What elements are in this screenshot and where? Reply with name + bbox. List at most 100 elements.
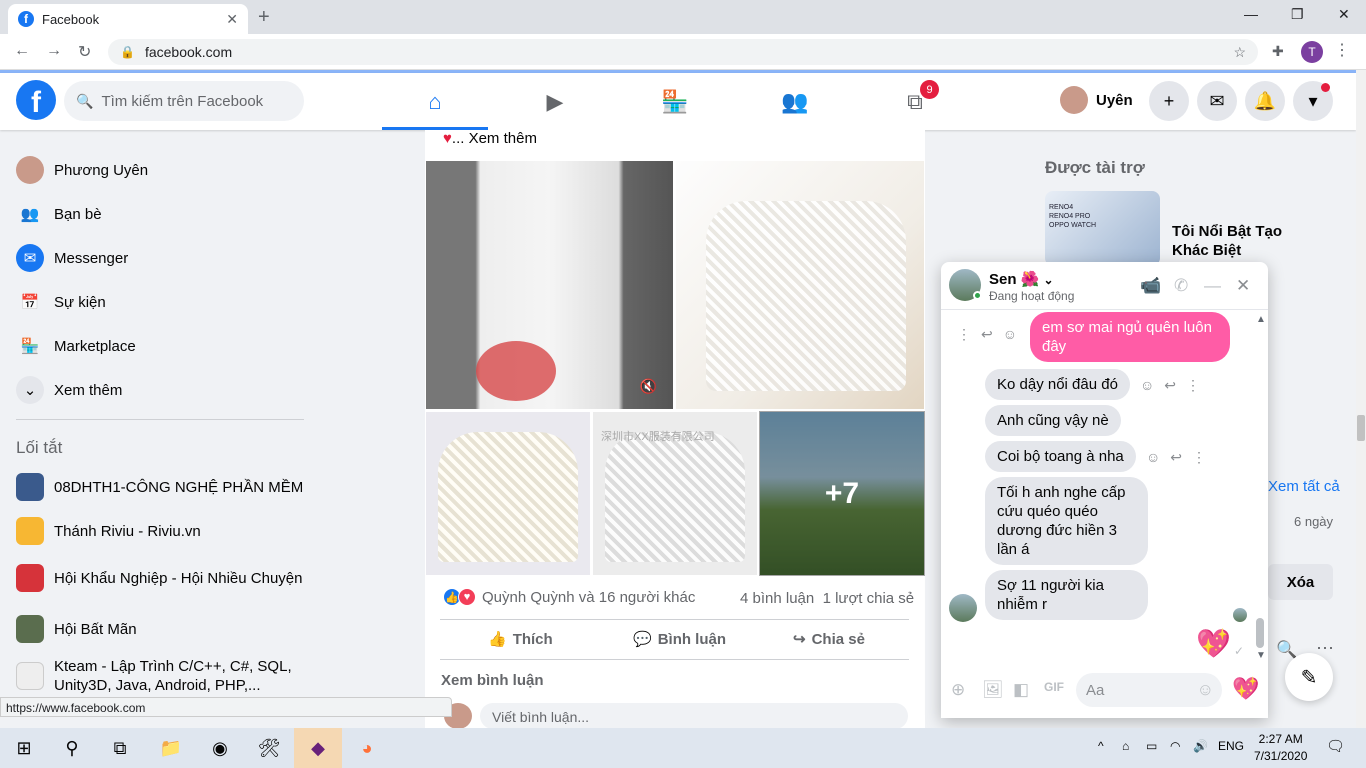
browser-tab[interactable]: f Facebook ✕ (8, 4, 248, 34)
chat-contact-name[interactable]: Sen 🌺 ⌄ (989, 270, 1054, 288)
message-bubble-received[interactable]: Coi bộ toang à nha (985, 441, 1136, 472)
minimize-chat-icon[interactable]: — (1204, 276, 1221, 296)
facebook-logo[interactable]: f (16, 80, 56, 120)
shortcut-item[interactable]: Hội Bất Mãn (16, 611, 137, 647)
emoji-icon[interactable]: ☺ (1003, 326, 1017, 343)
message-bubble-received[interactable]: Anh cũng vậy nè (985, 405, 1121, 436)
chat-scroll-up-icon[interactable]: ▲ (1256, 314, 1266, 325)
shortcut-item[interactable]: Kteam - Lập Trình C/C++, C#, SQL, Unity3… (16, 656, 314, 696)
reload-icon[interactable]: ↻ (78, 42, 91, 62)
delete-button[interactable]: Xóa (1268, 564, 1333, 600)
more-icon[interactable]: ⋮ (1186, 377, 1200, 394)
shortcut-item[interactable]: Thánh Riviu - Riviu.vn (16, 513, 201, 549)
bookmark-star-icon[interactable]: ☆ (1233, 44, 1246, 61)
marketplace-tab[interactable]: 🏪 (620, 82, 730, 122)
chevron-down-icon[interactable]: ⌄ (1044, 273, 1054, 287)
close-tab-icon[interactable]: ✕ (226, 11, 238, 28)
forward-icon[interactable]: → (46, 42, 62, 60)
add-icon[interactable]: ⊕ (951, 680, 965, 700)
start-icon[interactable]: ⊞ (0, 728, 48, 768)
tool-app-icon[interactable]: 🛠 (245, 728, 293, 768)
back-icon[interactable]: ← (14, 42, 30, 60)
emoji-icon[interactable]: ☺ (1146, 449, 1160, 466)
more-photos-overlay[interactable]: +7 (759, 411, 925, 576)
sidebar-item-see-more[interactable]: ⌄ Xem thêm (16, 372, 122, 408)
minimize-icon[interactable]: — (1244, 6, 1258, 22)
comments-shares-count[interactable]: 4 bình luận 1 lượt chia sẻ (740, 590, 914, 607)
comment-input[interactable]: Viết bình luận... (480, 703, 908, 729)
comment-button[interactable]: 💬 Bình luận (633, 630, 726, 649)
file-explorer-icon[interactable]: 📁 (147, 728, 195, 768)
message-bubble-received[interactable]: Tối h anh nghe cấp cứu quéo quéo dương đ… (985, 477, 1148, 565)
post-photo[interactable] (425, 411, 591, 576)
message-bubble-received[interactable]: Sợ 11 người kia nhiễm r (985, 570, 1148, 620)
shortcut-item[interactable]: Hội Khẩu Nghiệp - Hội Nhiều Chuyện (16, 558, 304, 598)
messenger-button[interactable]: ✉ (1197, 81, 1237, 121)
reply-icon[interactable]: ↩ (1164, 377, 1176, 394)
like-button[interactable]: 👍 Thích (488, 630, 553, 649)
see-all-link[interactable]: Xem tất cả (1268, 478, 1340, 495)
watch-tab[interactable]: ▶ (500, 82, 610, 122)
home-tab[interactable]: ⌂ (380, 82, 490, 122)
firefox-icon[interactable]: ◕ (343, 728, 391, 768)
sparkling-heart-icon[interactable]: 💖 (1196, 627, 1231, 660)
profile-chip[interactable]: Uyên (1060, 86, 1133, 114)
wifi-icon[interactable]: ◠ (1170, 739, 1180, 753)
volume-icon[interactable]: 🔊 (1193, 739, 1208, 753)
chat-scrollbar-thumb[interactable] (1256, 618, 1264, 648)
profile-avatar[interactable]: T (1301, 41, 1323, 63)
share-button[interactable]: ↪ Chia sẻ (793, 630, 865, 649)
sticker-icon[interactable]: ◧ (1013, 680, 1029, 700)
search-icon[interactable]: ⚲ (48, 728, 96, 768)
chrome-icon[interactable]: ◉ (196, 728, 244, 768)
browser-menu-icon[interactable]: ⋮ (1334, 40, 1350, 60)
ad-title[interactable]: Tôi Nổi Bật Tạo Khác Biệt (1172, 222, 1322, 260)
sidebar-item-messenger[interactable]: ✉ Messenger (16, 240, 128, 276)
ad-image[interactable]: RENO4 RENO4 PRO OPPO WATCH (1045, 191, 1160, 266)
close-chat-icon[interactable]: ✕ (1236, 276, 1250, 296)
video-call-icon[interactable]: 📹 (1140, 276, 1161, 296)
sidebar-item-events[interactable]: 📅 Sự kiện (16, 284, 106, 320)
extensions-icon[interactable]: ✚ (1272, 43, 1284, 60)
search-input[interactable]: 🔍 Tìm kiếm trên Facebook (64, 81, 304, 121)
emoji-icon[interactable]: ☺ (1140, 377, 1154, 394)
notifications-button[interactable]: 🔔 (1245, 81, 1285, 121)
more-icon[interactable]: ⋮ (1192, 449, 1206, 466)
sidebar-item-profile[interactable]: Phương Uyên (16, 152, 148, 188)
groups-tab[interactable]: 👥 (740, 82, 850, 122)
view-comments-link[interactable]: Xem bình luận (441, 672, 544, 689)
notification-center-icon[interactable]: 🗨 (1326, 737, 1345, 755)
message-bubble-received[interactable]: Ko dậy nổi đâu đó (985, 369, 1130, 400)
message-bubble-sent[interactable]: em sơ mai ngủ quên luôn đây (1030, 312, 1230, 362)
battery-icon[interactable]: ▭ (1146, 739, 1157, 753)
new-tab-icon[interactable]: + (258, 6, 270, 29)
reply-icon[interactable]: ↩ (1170, 449, 1182, 466)
post-photo[interactable] (675, 160, 925, 410)
gaming-tab[interactable]: ⧉ (860, 82, 970, 122)
message-input[interactable]: Aa ☺ (1076, 673, 1222, 707)
tray-app-icon[interactable]: ⌂ (1122, 739, 1129, 753)
language-indicator[interactable]: ENG (1218, 739, 1244, 753)
post-photo[interactable]: 深圳市XX服装有限公司 (592, 411, 758, 576)
page-scrollbar-thumb[interactable] (1357, 415, 1365, 441)
url-input[interactable]: 🔒 facebook.com ☆ (108, 39, 1258, 65)
close-window-icon[interactable]: ✕ (1338, 6, 1350, 23)
sidebar-item-friends[interactable]: 👥 Bạn bè (16, 196, 102, 232)
tray-expand-icon[interactable]: ^ (1098, 739, 1104, 753)
reactions-summary[interactable]: 👍 ♥ Quỳnh Quỳnh và 16 người khác (443, 588, 695, 606)
chat-scroll-down-icon[interactable]: ▼ (1256, 650, 1266, 661)
page-scrollbar[interactable] (1356, 70, 1366, 728)
clock[interactable]: 2:27 AM 7/31/2020 (1254, 731, 1307, 765)
shortcut-item[interactable]: 08DHTH1-CÔNG NGHỆ PHẦN MỀM (16, 469, 303, 505)
new-message-button[interactable]: ✎ (1285, 653, 1333, 701)
task-view-icon[interactable]: ⧉ (96, 728, 144, 768)
visual-studio-icon[interactable]: ◆ (294, 728, 342, 768)
sidebar-item-marketplace[interactable]: 🏪 Marketplace (16, 328, 136, 364)
image-icon[interactable]: 🖼 (982, 680, 1004, 700)
send-heart-icon[interactable]: 💖 (1232, 676, 1259, 702)
mute-icon[interactable]: 🔇 (640, 378, 657, 395)
emoji-icon[interactable]: ☺ (1197, 680, 1214, 700)
more-icon[interactable]: ⋮ (957, 326, 971, 343)
create-button[interactable]: + (1149, 81, 1189, 121)
see-more-link[interactable]: ♥... Xem thêm (443, 130, 537, 147)
